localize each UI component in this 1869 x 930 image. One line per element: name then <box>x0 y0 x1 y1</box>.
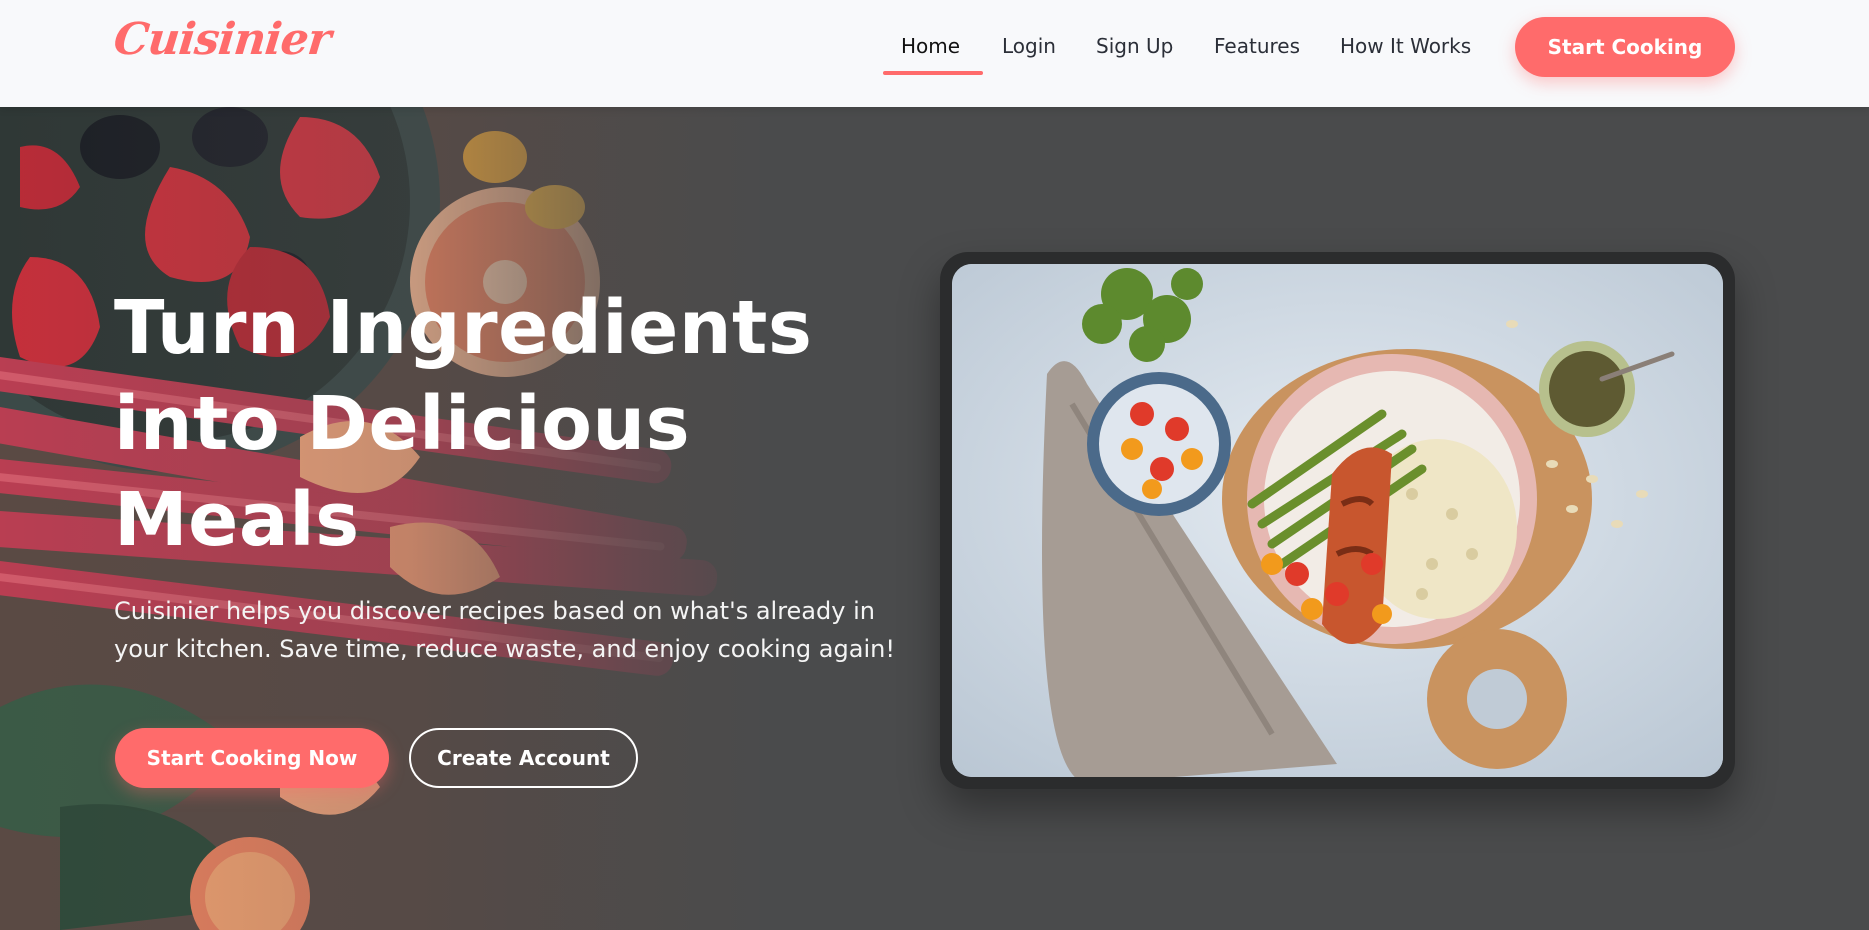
nav-login[interactable]: Login <box>1002 34 1056 58</box>
nav-active-indicator <box>883 71 983 75</box>
nav-how-it-works[interactable]: How It Works <box>1340 34 1471 58</box>
site-header: Cuisinier Home Login Sign Up Features Ho… <box>0 0 1869 107</box>
create-account-button[interactable]: Create Account <box>409 728 638 788</box>
salmon-plate-illustration <box>952 264 1723 777</box>
nav-sign-up[interactable]: Sign Up <box>1096 34 1173 58</box>
nav-home[interactable]: Home <box>901 34 960 58</box>
hero-title: Turn Ingredients into Delicious Meals <box>114 285 813 563</box>
feature-image <box>952 264 1723 777</box>
hero-section: Turn Ingredients into Delicious Meals Cu… <box>0 107 1869 930</box>
start-cooking-button[interactable]: Start Cooking <box>1515 17 1735 77</box>
feature-image-frame <box>940 252 1735 789</box>
start-cooking-now-button[interactable]: Start Cooking Now <box>115 728 389 788</box>
nav-features[interactable]: Features <box>1214 34 1300 58</box>
hero-subtitle: Cuisinier helps you discover recipes bas… <box>114 597 895 663</box>
